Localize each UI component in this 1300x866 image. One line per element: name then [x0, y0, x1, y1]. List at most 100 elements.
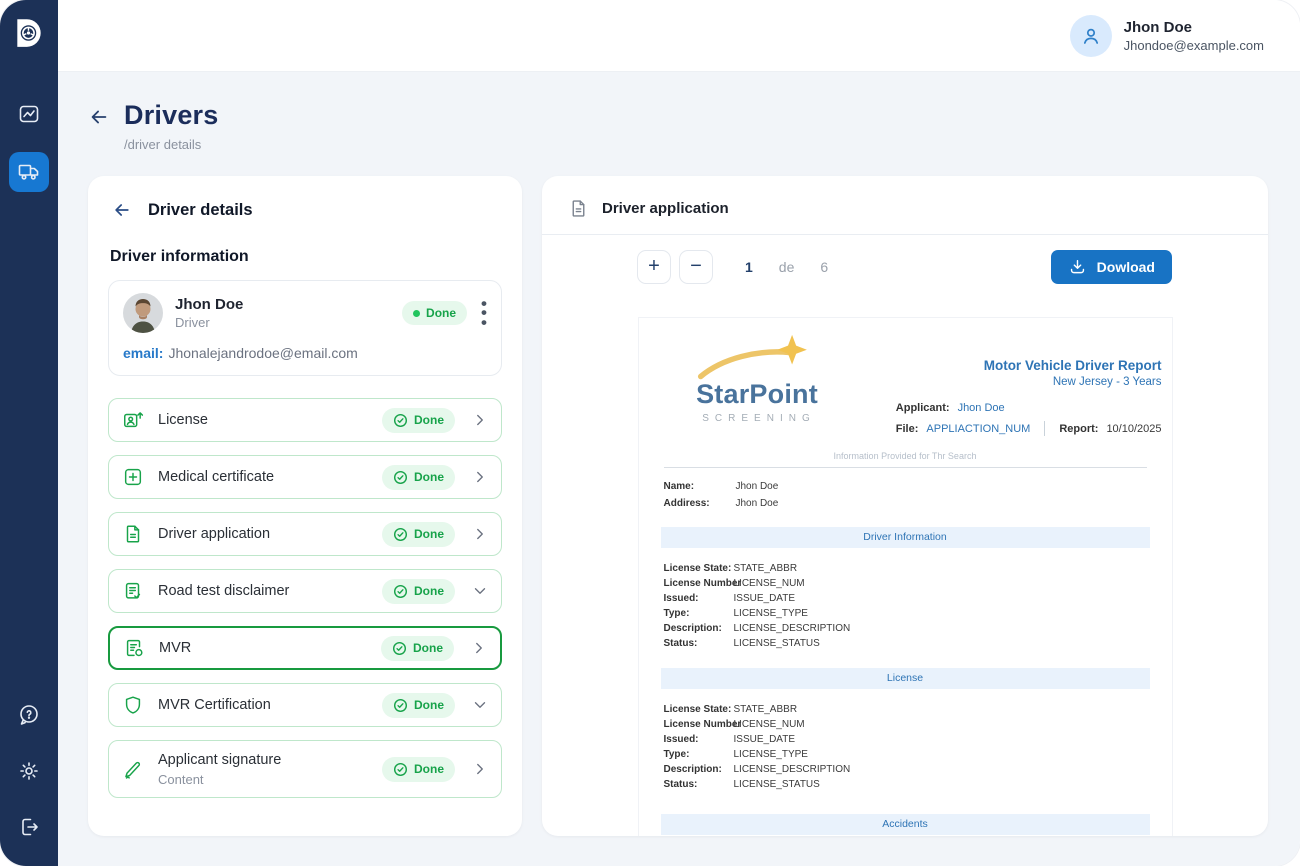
- status-dot-icon: [413, 310, 420, 317]
- document-note: Information Provided for Thr Search: [639, 451, 1172, 461]
- report-subtitle: New Jersey - 3 Years: [896, 376, 1162, 388]
- driver-details-panel: Driver details Driver information: [88, 176, 522, 836]
- document-badge-icon: [122, 636, 146, 660]
- list-item-medical-certificate[interactable]: Medical certificate Done: [108, 455, 502, 499]
- star-swoosh-icon: [696, 334, 818, 382]
- logout-button[interactable]: [16, 814, 42, 840]
- section-heading: Driver information: [108, 248, 502, 266]
- help-icon: [17, 703, 41, 727]
- user-email: Jhondoe@example.com: [1124, 38, 1264, 53]
- chevron-right-icon[interactable]: [471, 525, 489, 543]
- download-icon: [1068, 258, 1087, 277]
- starpoint-logo: StarPoint SCREENING: [695, 334, 820, 436]
- page-title: Drivers: [124, 100, 218, 131]
- back-arrow-icon: [112, 200, 132, 220]
- page-back-button[interactable]: [88, 106, 110, 133]
- status-badge: Done: [382, 465, 455, 490]
- chevron-right-icon[interactable]: [471, 760, 489, 778]
- page-total: 6: [820, 259, 828, 275]
- status-badge: Done: [382, 522, 455, 547]
- driver-name: Jhon Doe: [175, 296, 243, 313]
- list-item-driver-application[interactable]: Driver application Done: [108, 512, 502, 556]
- medical-cross-icon: [121, 465, 145, 489]
- report-title: Motor Vehicle Driver Report: [896, 358, 1162, 373]
- list-item-mvr-certification[interactable]: MVR Certification Done: [108, 683, 502, 727]
- driver-avatar: [123, 293, 163, 333]
- viewer-toolbar: + − 1 de 6 Dowload: [542, 235, 1268, 284]
- page-current: 1: [745, 259, 753, 275]
- zoom-in-button[interactable]: +: [637, 250, 671, 284]
- chevron-right-icon[interactable]: [470, 639, 488, 657]
- sidebar: [0, 0, 58, 866]
- shield-icon: [121, 693, 145, 717]
- topbar: Jhon Doe Jhondoe@example.com: [58, 0, 1300, 72]
- check-circle-icon: [393, 470, 408, 485]
- applicant-row: Applicant: Jhon Doe: [896, 402, 1162, 414]
- sidebar-bottom: [16, 702, 42, 840]
- settings-button[interactable]: [16, 758, 42, 784]
- chevron-down-icon[interactable]: [471, 582, 489, 600]
- name-address-block: Name:Jhon Doe Addiress:Jhon Doe: [639, 468, 1172, 512]
- driver-status-badge: Done: [402, 301, 467, 325]
- list-item-road-test-disclaimer[interactable]: Road test disclaimer Done: [108, 569, 502, 613]
- brand-subtitle: SCREENING: [699, 413, 820, 424]
- check-circle-icon: [392, 641, 407, 656]
- section-banner-driver-information: Driver Information: [661, 527, 1150, 548]
- document-page-area[interactable]: StarPoint SCREENING Motor Vehicle Driver…: [542, 317, 1268, 836]
- item-sublabel: Content: [158, 772, 281, 787]
- sidebar-item-drivers[interactable]: [9, 152, 49, 192]
- app-window: Jhon Doe Jhondoe@example.com Drivers /dr…: [0, 0, 1300, 866]
- panel-title: Driver details: [148, 201, 253, 220]
- signature-pen-icon: [121, 757, 145, 781]
- status-badge: Done: [382, 757, 455, 782]
- document-icon: [568, 198, 589, 219]
- user-avatar: [1070, 15, 1112, 57]
- help-button[interactable]: [16, 702, 42, 728]
- page-indicator: 1 de 6: [745, 259, 828, 275]
- user-name: Jhon Doe: [1124, 19, 1264, 36]
- driver-card-menu-button[interactable]: •••: [481, 299, 487, 327]
- driver-information-fields: License State:STATE_ABBR License NumberL…: [639, 548, 1172, 653]
- status-badge: Done: [381, 636, 454, 661]
- clipboard-check-icon: [121, 579, 145, 603]
- check-circle-icon: [393, 584, 408, 599]
- gear-icon: [17, 759, 41, 783]
- page-separator: de: [779, 259, 795, 275]
- check-circle-icon: [393, 762, 408, 777]
- status-badge: Done: [382, 693, 455, 718]
- driver-info-card: Jhon Doe Driver Done ••• email:Jhonaleja…: [108, 280, 502, 376]
- id-upload-icon: [121, 408, 145, 432]
- content-area: Drivers /driver details Driver details: [58, 72, 1300, 866]
- check-circle-icon: [393, 413, 408, 428]
- sidebar-nav: [9, 94, 49, 192]
- logout-icon: [17, 815, 41, 839]
- document-icon: [121, 522, 145, 546]
- viewer-title: Driver application: [602, 200, 729, 217]
- brand-logo-icon: [12, 16, 46, 50]
- chevron-right-icon[interactable]: [471, 411, 489, 429]
- image-chart-icon: [17, 102, 41, 126]
- document-viewer-panel: Driver application + − 1 de 6: [542, 176, 1268, 836]
- person-icon: [1079, 24, 1103, 48]
- truck-icon: [17, 160, 41, 184]
- breadcrumb: /driver details: [124, 137, 218, 152]
- document-page: StarPoint SCREENING Motor Vehicle Driver…: [638, 317, 1173, 836]
- status-badge: Done: [382, 579, 455, 604]
- brand-name: StarPoint: [695, 381, 820, 408]
- list-item-applicant-signature[interactable]: Applicant signature Content Done: [108, 740, 502, 798]
- zoom-out-button[interactable]: −: [679, 250, 713, 284]
- chevron-right-icon[interactable]: [471, 468, 489, 486]
- list-item-license[interactable]: License Done: [108, 398, 502, 442]
- panel-back-button[interactable]: [112, 200, 132, 220]
- sidebar-item-dashboard[interactable]: [9, 94, 49, 134]
- user-menu[interactable]: Jhon Doe Jhondoe@example.com: [1070, 15, 1264, 57]
- file-report-row: File: APPLIACTION_NUM Report: 10/10/2025: [896, 421, 1162, 436]
- list-item-mvr[interactable]: MVR Done: [108, 626, 502, 670]
- download-button[interactable]: Dowload: [1051, 250, 1172, 284]
- section-banner-accidents: Accidents: [661, 814, 1150, 835]
- back-arrow-icon: [88, 106, 110, 128]
- driver-email-row: email:Jhonalejandrodoe@email.com: [123, 345, 487, 361]
- chevron-down-icon[interactable]: [471, 696, 489, 714]
- divider: [1044, 421, 1045, 436]
- email-value: Jhonalejandrodoe@email.com: [168, 345, 357, 361]
